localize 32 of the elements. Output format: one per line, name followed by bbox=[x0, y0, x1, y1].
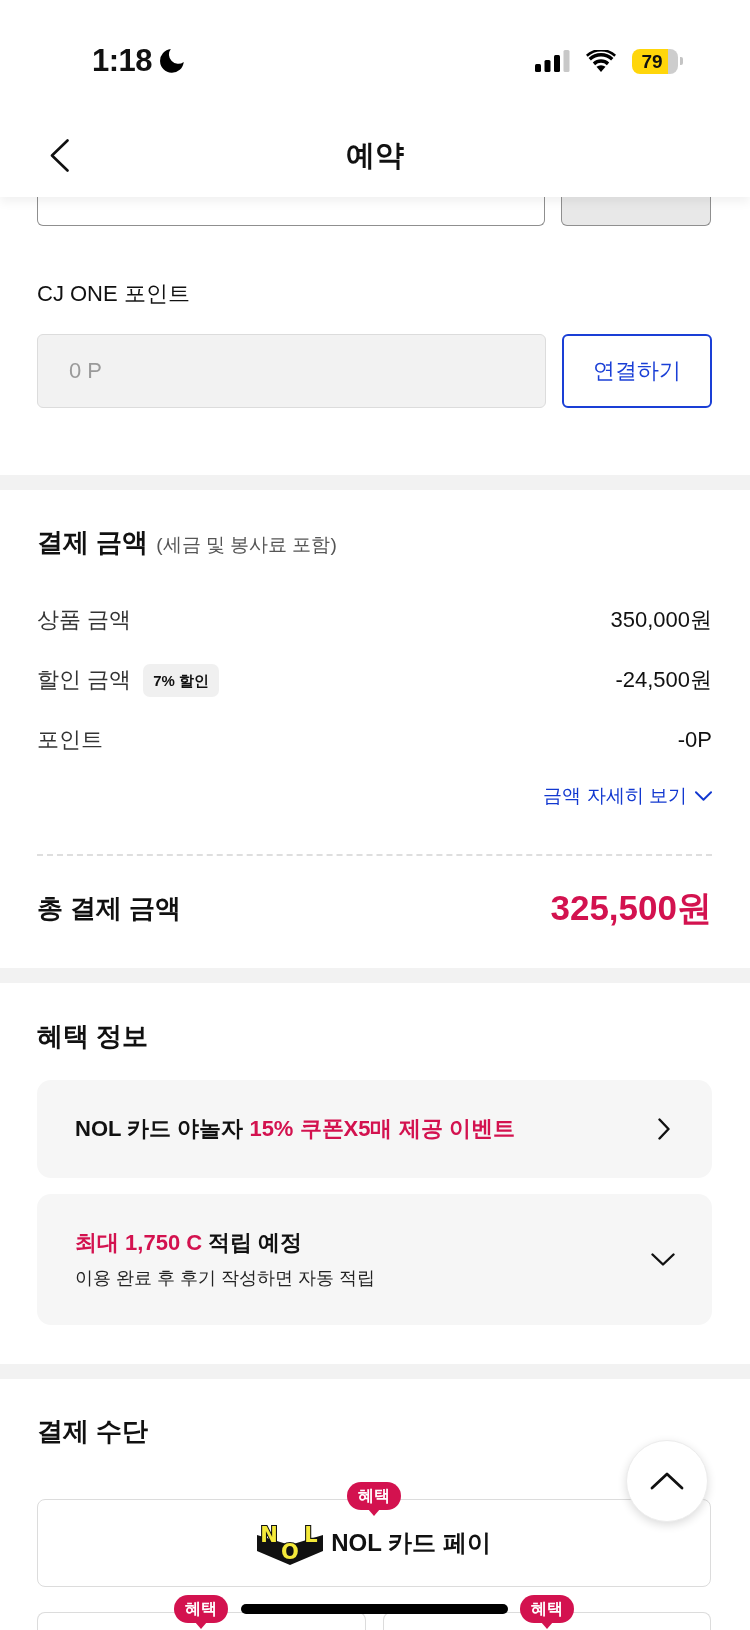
benefit-title: 최대 1,750 C 적립 예정 bbox=[75, 1229, 304, 1257]
battery-indicator: 79 bbox=[632, 48, 683, 74]
section-title: 혜택 정보 bbox=[37, 1021, 150, 1051]
moon-icon bbox=[160, 49, 185, 73]
field-label: CJ ONE 포인트 bbox=[37, 281, 191, 307]
benefit-card[interactable]: NOL 카드 야놀자 15% 쿠폰X5매 제공 이벤트 bbox=[37, 1080, 712, 1178]
amount-value: -0P bbox=[677, 727, 712, 753]
status-time: 1:18 bbox=[92, 44, 153, 78]
input-field[interactable] bbox=[37, 197, 545, 226]
benefit-card[interactable]: 최대 1,750 C 적립 예정 이용 완료 후 후기 작성하면 자동 적립 bbox=[37, 1194, 712, 1325]
chevron-up-icon bbox=[650, 1472, 684, 1490]
action-button[interactable] bbox=[561, 197, 711, 226]
section-title: 결제 금액 bbox=[37, 527, 149, 557]
wifi-icon bbox=[586, 50, 616, 72]
amount-label: 상품 금액 bbox=[37, 606, 132, 634]
details-link[interactable]: 금액 자세히 보기 bbox=[543, 782, 712, 810]
amount-label: 할인 금액 bbox=[37, 666, 132, 694]
page-title: 예약 bbox=[346, 138, 404, 173]
chevron-left-icon bbox=[50, 138, 69, 172]
tax-note: (세금 및 봉사료 포함) bbox=[156, 533, 337, 557]
total-label: 총 결제 금액 bbox=[37, 891, 182, 925]
connect-button[interactable]: 연결하기 bbox=[562, 334, 712, 408]
benefit-title: NOL 카드 야놀자 15% 쿠폰X5매 제공 이벤트 bbox=[75, 1115, 516, 1143]
total-amount: 325,500원 bbox=[550, 886, 712, 929]
benefit-description: 이용 완료 후 후기 작성하면 자동 적립 bbox=[75, 1267, 376, 1290]
section-title: 결제 수단 bbox=[37, 1416, 150, 1446]
chevron-right-icon bbox=[658, 1118, 670, 1140]
signal-icon bbox=[535, 50, 570, 72]
amount-value: 350,000원 bbox=[610, 606, 712, 634]
amount-label: 포인트 bbox=[37, 726, 103, 754]
amount-value: -24,500원 bbox=[615, 666, 712, 694]
discount-badge: 7% 할인 bbox=[143, 663, 219, 697]
